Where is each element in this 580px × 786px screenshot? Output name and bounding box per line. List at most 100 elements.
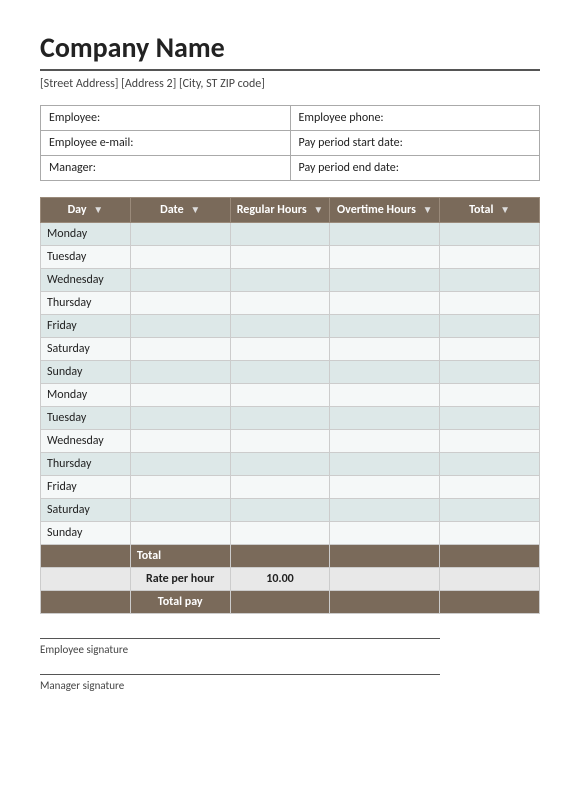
manager-label: Manager: (41, 156, 291, 181)
total-cell[interactable] (440, 499, 540, 522)
total-ot-cell (330, 545, 440, 568)
day-cell: Wednesday (41, 269, 131, 292)
regular-hours-cell[interactable] (230, 269, 330, 292)
date-cell[interactable] (130, 430, 230, 453)
date-cell[interactable] (130, 338, 230, 361)
totalpay-value-cell (440, 591, 540, 614)
date-cell[interactable] (130, 407, 230, 430)
regular-hours-cell[interactable] (230, 407, 330, 430)
overtime-hours-cell[interactable] (330, 407, 440, 430)
date-cell[interactable] (130, 315, 230, 338)
total-cell[interactable] (440, 315, 540, 338)
total-cell[interactable] (440, 384, 540, 407)
regular-hours-cell[interactable] (230, 361, 330, 384)
table-row: Tuesday (41, 407, 540, 430)
date-cell[interactable] (130, 499, 230, 522)
date-cell[interactable] (130, 453, 230, 476)
regular-hours-cell[interactable] (230, 246, 330, 269)
total-cell[interactable] (440, 361, 540, 384)
rate-value-cell[interactable]: 10.00 (230, 568, 330, 591)
date-dropdown-icon[interactable]: ▼ (190, 203, 200, 216)
table-row: Friday (41, 476, 540, 499)
total-cell[interactable] (440, 292, 540, 315)
table-row: Thursday (41, 292, 540, 315)
total-pay-row: Total pay (41, 591, 540, 614)
date-cell[interactable] (130, 476, 230, 499)
totalpay-empty3 (330, 591, 440, 614)
overtime-hours-cell[interactable] (330, 384, 440, 407)
day-cell: Monday (41, 223, 131, 246)
header-regular-hours[interactable]: Regular Hours ▼ (230, 198, 330, 223)
company-address: [Street Address] [Address 2] [City, ST Z… (40, 77, 540, 91)
table-row: Monday (41, 384, 540, 407)
regular-hours-cell[interactable] (230, 223, 330, 246)
total-row: Total (41, 545, 540, 568)
header-day[interactable]: Day ▼ (41, 198, 131, 223)
overtime-hours-cell[interactable] (330, 338, 440, 361)
employee-phone-label: Employee phone: (290, 106, 540, 131)
company-name: Company Name (40, 30, 540, 65)
total-cell[interactable] (440, 246, 540, 269)
total-cell[interactable] (440, 430, 540, 453)
day-cell: Sunday (41, 522, 131, 545)
total-cell[interactable] (440, 407, 540, 430)
day-dropdown-icon[interactable]: ▼ (93, 203, 103, 216)
regular-hours-cell[interactable] (230, 430, 330, 453)
overtime-hours-cell[interactable] (330, 476, 440, 499)
overtime-hours-cell[interactable] (330, 292, 440, 315)
day-cell: Saturday (41, 338, 131, 361)
date-cell[interactable] (130, 292, 230, 315)
table-row: Tuesday (41, 246, 540, 269)
day-cell: Friday (41, 315, 131, 338)
day-cell: Thursday (41, 292, 131, 315)
total-total-cell (440, 545, 540, 568)
day-cell: Monday (41, 384, 131, 407)
header-overtime-hours[interactable]: Overtime Hours ▼ (330, 198, 440, 223)
total-cell[interactable] (440, 223, 540, 246)
regular-hours-cell[interactable] (230, 315, 330, 338)
total-cell[interactable] (440, 269, 540, 292)
overtime-hours-cell[interactable] (330, 269, 440, 292)
header-date[interactable]: Date ▼ (130, 198, 230, 223)
regular-hours-cell[interactable] (230, 522, 330, 545)
table-row: Sunday (41, 522, 540, 545)
regular-hours-cell[interactable] (230, 453, 330, 476)
overtime-hours-dropdown-icon[interactable]: ▼ (423, 203, 433, 216)
date-cell[interactable] (130, 361, 230, 384)
total-cell[interactable] (440, 476, 540, 499)
table-row: Saturday (41, 338, 540, 361)
totalpay-label-cell: Total pay (130, 591, 230, 614)
regular-hours-cell[interactable] (230, 338, 330, 361)
regular-hours-cell[interactable] (230, 384, 330, 407)
header-total[interactable]: Total ▼ (440, 198, 540, 223)
total-cell[interactable] (440, 522, 540, 545)
overtime-hours-cell[interactable] (330, 430, 440, 453)
date-cell[interactable] (130, 384, 230, 407)
pay-period-end-label: Pay period end date: (290, 156, 540, 181)
date-cell[interactable] (130, 269, 230, 292)
overtime-hours-cell[interactable] (330, 246, 440, 269)
employee-label: Employee: (41, 106, 291, 131)
total-cell[interactable] (440, 453, 540, 476)
totalpay-empty2 (230, 591, 330, 614)
regular-hours-cell[interactable] (230, 292, 330, 315)
day-cell: Saturday (41, 499, 131, 522)
regular-hours-dropdown-icon[interactable]: ▼ (313, 203, 323, 216)
regular-hours-cell[interactable] (230, 499, 330, 522)
overtime-hours-cell[interactable] (330, 522, 440, 545)
date-cell[interactable] (130, 223, 230, 246)
overtime-hours-cell[interactable] (330, 499, 440, 522)
date-cell[interactable] (130, 522, 230, 545)
total-dropdown-icon[interactable]: ▼ (500, 203, 510, 216)
rate-row: Rate per hour 10.00 (41, 568, 540, 591)
overtime-hours-cell[interactable] (330, 361, 440, 384)
total-cell[interactable] (440, 338, 540, 361)
overtime-hours-cell[interactable] (330, 453, 440, 476)
table-row: Wednesday (41, 430, 540, 453)
regular-hours-cell[interactable] (230, 476, 330, 499)
date-cell[interactable] (130, 246, 230, 269)
table-row: Sunday (41, 361, 540, 384)
employee-signature-line (40, 638, 440, 639)
overtime-hours-cell[interactable] (330, 315, 440, 338)
overtime-hours-cell[interactable] (330, 223, 440, 246)
